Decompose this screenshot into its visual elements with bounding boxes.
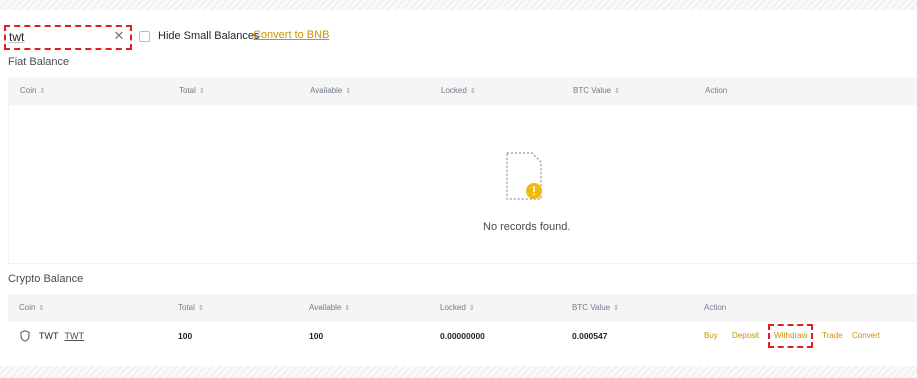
column-label: Locked	[440, 303, 466, 312]
fiat-balance-title: Fiat Balance	[8, 56, 70, 68]
deposit-link[interactable]: Deposit	[732, 322, 759, 350]
column-label: Total	[179, 86, 196, 95]
column-label: Total	[178, 303, 195, 312]
background-pattern-bottom	[0, 366, 917, 378]
close-icon[interactable]: ✕	[112, 28, 126, 44]
sort-icon[interactable]: ⇕	[614, 88, 620, 95]
sort-icon[interactable]: ⇕	[345, 88, 351, 95]
btc-value: 0.000547	[572, 331, 608, 341]
coin-name-link[interactable]: TWT	[65, 322, 85, 350]
column-header-total[interactable]: Total ⇕	[178, 294, 204, 322]
locked-value: 0.00000000	[440, 331, 485, 341]
column-label: BTC Value	[573, 86, 612, 95]
empty-state-message: No records found.	[483, 221, 571, 233]
crypto-balance-title: Crypto Balance	[8, 273, 84, 285]
column-label: Available	[309, 303, 342, 312]
column-header-coin[interactable]: Coin ⇕	[19, 294, 44, 322]
column-header-btc-value[interactable]: BTC Value ⇕	[572, 294, 619, 322]
column-label: BTC Value	[572, 303, 611, 312]
column-label: Available	[310, 86, 343, 95]
column-header-action: Action	[704, 303, 727, 312]
sort-icon[interactable]: ⇕	[470, 88, 476, 95]
sort-icon[interactable]: ⇕	[344, 305, 350, 312]
coin-symbol: TWT	[39, 331, 59, 341]
column-header-available[interactable]: Available ⇕	[310, 77, 351, 105]
trade-link[interactable]: Trade	[822, 322, 843, 350]
sort-icon[interactable]: ⇕	[38, 305, 44, 312]
table-header: Coin ⇕ Total ⇕ Available ⇕ Locked ⇕ BTC Valu…	[9, 77, 917, 105]
background-pattern-top	[0, 0, 917, 10]
total-value: 100	[178, 331, 193, 341]
convert-to-bnb-link[interactable]: Convert to BNB	[253, 29, 329, 41]
column-header-locked[interactable]: Locked ⇕	[440, 294, 475, 322]
column-header-btc-value[interactable]: BTC Value ⇕	[573, 77, 620, 105]
column-label: Locked	[441, 86, 467, 95]
hide-small-balances-label: Hide Small Balances	[158, 30, 260, 42]
coin-cell: TWT TWT	[20, 322, 84, 350]
convert-link[interactable]: Convert	[852, 322, 880, 350]
column-header-action: Action	[705, 86, 728, 95]
available-value: 100	[309, 331, 324, 341]
sort-icon[interactable]: ⇕	[469, 305, 475, 312]
sort-icon[interactable]: ⇕	[199, 88, 205, 95]
column-header-coin[interactable]: Coin ⇕	[20, 77, 45, 105]
sort-icon[interactable]: ⇕	[198, 305, 204, 312]
empty-document-icon	[506, 152, 542, 200]
column-header-locked[interactable]: Locked ⇕	[441, 77, 476, 105]
hide-small-balances[interactable]: Hide Small Balances	[139, 29, 260, 43]
column-header-available[interactable]: Available ⇕	[309, 294, 350, 322]
search-input[interactable]	[9, 29, 104, 45]
withdraw-highlight	[768, 324, 813, 348]
column-header-total[interactable]: Total ⇕	[179, 77, 205, 105]
table-header: Coin ⇕ Total ⇕ Available ⇕ Locked ⇕ BTC Valu…	[8, 294, 917, 322]
shield-icon	[20, 330, 30, 342]
column-label: Coin	[19, 303, 36, 312]
column-label: Coin	[20, 86, 37, 95]
sort-icon[interactable]: ⇕	[613, 305, 619, 312]
buy-link[interactable]: Buy	[704, 322, 718, 350]
sort-icon[interactable]: ⇕	[39, 88, 45, 95]
crypto-balance-table: Coin ⇕ Total ⇕ Available ⇕ Locked ⇕ BTC Valu…	[8, 294, 917, 354]
hide-small-balances-checkbox[interactable]	[139, 30, 150, 42]
search-box: ✕	[4, 25, 132, 50]
fiat-balance-table: Coin ⇕ Total ⇕ Available ⇕ Locked ⇕ BTC Valu…	[8, 77, 917, 264]
